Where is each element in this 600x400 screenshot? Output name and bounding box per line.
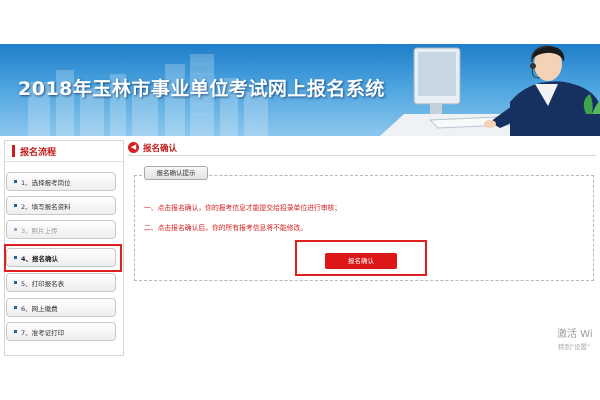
confirm-registration-button[interactable]: 报名确认 — [325, 253, 397, 269]
red-bar-icon — [12, 145, 15, 157]
page-title: 2018年玉林市事业单位考试网上报名系统 — [18, 78, 385, 100]
sidebar-item-photo-upload[interactable]: 3、照片上传 — [6, 220, 116, 239]
notice-line-1: 一、点击报名确认，你的报考信息才能提交给招录单位进行审核； — [144, 204, 342, 212]
red-circle-arrow-icon: ◀ — [128, 142, 139, 153]
square-bullet-icon — [14, 281, 17, 284]
notice-line-2: 二、点击报名确认后，你的所有报考信息将不能修改。 — [144, 224, 308, 232]
section-header: ◀ 报名确认 — [128, 140, 596, 156]
sidebar-item-select-position[interactable]: 1、选择报考岗位 — [6, 172, 116, 191]
sidebar-item-label: 6、网上缴费 — [21, 304, 58, 313]
sidebar-item-print-admission-ticket[interactable]: 7、准考证打印 — [6, 322, 116, 341]
sidebar-item-fill-info[interactable]: 2、填写报名资料 — [6, 196, 116, 215]
sidebar-item-label: 2、填写报名资料 — [21, 202, 71, 211]
activation-watermark: 激活 Wi — [557, 329, 593, 340]
sidebar-title: 报名流程 — [20, 147, 57, 158]
square-bullet-icon — [14, 180, 17, 183]
sidebar-item-label: 7、准考证打印 — [21, 328, 65, 337]
sidebar-item-label: 1、选择报考岗位 — [21, 178, 71, 187]
section-title: 报名确认 — [143, 143, 178, 154]
sidebar-item-label: 3、照片上传 — [21, 226, 58, 235]
sidebar-item-label: 5、打印报名表 — [21, 279, 65, 288]
operator-illustration — [380, 45, 600, 136]
notice-tab: 报名确认提示 — [144, 166, 208, 180]
sidebar-item-print-form[interactable]: 5、打印报名表 — [6, 273, 116, 292]
square-bullet-icon — [14, 306, 17, 309]
sidebar-item-online-payment[interactable]: 6、网上缴费 — [6, 298, 116, 317]
active-step-highlight — [4, 244, 122, 272]
square-bullet-icon — [14, 228, 17, 231]
square-bullet-icon — [14, 204, 17, 207]
header-banner: 2018年玉林市事业单位考试网上报名系统 — [0, 44, 600, 136]
square-bullet-icon — [14, 330, 17, 333]
activation-watermark-sub: 转到"设置" — [558, 343, 590, 351]
sidebar-header: 报名流程 — [5, 141, 123, 162]
